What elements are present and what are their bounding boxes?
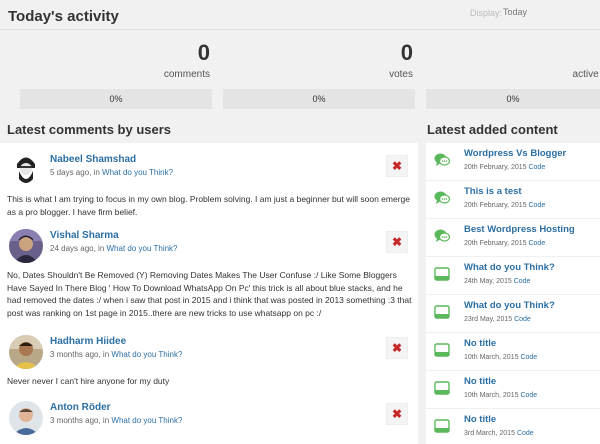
comment-time: 3 months ago — [50, 350, 99, 359]
comment-time: 5 days ago — [50, 168, 90, 177]
content-item: No title 10th March, 2015 Code — [426, 371, 600, 409]
delete-button[interactable]: ✖ — [386, 403, 408, 425]
content-date: 20th February, 2015 Code — [464, 240, 545, 247]
content-title-link[interactable]: No title — [464, 338, 496, 349]
content-date: 10th March, 2015 Code — [464, 392, 537, 399]
discussion-icon — [434, 153, 450, 166]
content-heading: Latest added content — [427, 122, 558, 137]
date-text: 24th May, 2015 — [464, 278, 512, 285]
comment-author[interactable]: Vishal Sharma — [50, 230, 119, 241]
stat-label: votes — [389, 69, 413, 80]
comment-text: No, Dates Shouldn't Be Removed (Y) Remov… — [7, 270, 412, 318]
content-date: 20th February, 2015 Code — [464, 202, 545, 209]
progress-bar: 0% — [426, 89, 600, 109]
meta-separator: , in — [93, 244, 105, 253]
content-type-link[interactable]: Code — [528, 164, 545, 171]
stat-active-users: active us 0% — [426, 40, 600, 110]
content-item: What do you Think? 23rd May, 2015 Code — [426, 295, 600, 333]
content-type-link[interactable]: Code — [528, 202, 545, 209]
comment-author[interactable]: Anton Röder — [50, 402, 111, 413]
comment-meta: 24 days ago, in What do you Think? — [50, 244, 178, 253]
discussion-icon — [434, 229, 450, 242]
display-label: Display: — [470, 8, 503, 18]
comment-target-link[interactable]: What do you Think? — [102, 168, 173, 177]
content-date: 10th March, 2015 Code — [464, 354, 537, 361]
comment-target-link[interactable]: What do you Think? — [111, 416, 182, 425]
comment-author[interactable]: Hadharm Hiidee — [50, 336, 126, 347]
content-item: No title 3rd March, 2015 Code — [426, 409, 600, 444]
content-type-link[interactable]: Code — [520, 392, 537, 399]
page-icon — [434, 267, 450, 281]
display-select[interactable]: Today — [503, 7, 527, 17]
content-title-link[interactable]: What do you Think? — [464, 300, 555, 311]
content-date: 20th February, 2015 Code — [464, 164, 545, 171]
comments-heading: Latest comments by users — [7, 122, 172, 137]
delete-button[interactable]: ✖ — [386, 337, 408, 359]
page-icon — [434, 343, 450, 357]
content-type-link[interactable]: Code — [514, 278, 531, 285]
date-text: 20th February, 2015 — [464, 202, 527, 209]
date-text: 20th February, 2015 — [464, 240, 527, 247]
meta-separator: , in — [98, 416, 110, 425]
avatar[interactable] — [9, 335, 43, 369]
divider — [0, 29, 600, 30]
progress-bar: 0% — [223, 89, 415, 109]
delete-button[interactable]: ✖ — [386, 231, 408, 253]
activity-panel: Today's activity Display: Today 0 commen… — [0, 0, 600, 112]
content-title-link[interactable]: This is a test — [464, 186, 522, 197]
content-title-link[interactable]: What do you Think? — [464, 262, 555, 273]
comment-target-link[interactable]: What do you Think? — [111, 350, 182, 359]
date-text: 10th March, 2015 — [464, 392, 519, 399]
content-title-link[interactable]: No title — [464, 376, 496, 387]
comment-meta: 3 months ago, in What do you Think? — [50, 350, 182, 359]
content-title-link[interactable]: No title — [464, 414, 496, 425]
stat-votes: 0 votes 0% — [223, 40, 415, 110]
content-date: 24th May, 2015 Code — [464, 278, 530, 285]
page-icon — [434, 381, 450, 395]
avatar[interactable] — [9, 229, 43, 263]
comment-time: 3 months ago — [50, 416, 99, 425]
comments-list: Nabeel Shamshad 5 days ago, in What do y… — [0, 143, 418, 444]
content-item: No title 10th March, 2015 Code — [426, 333, 600, 371]
delete-button[interactable]: ✖ — [386, 155, 408, 177]
meta-separator: , in — [98, 350, 110, 359]
progress-bar: 0% — [20, 89, 212, 109]
comment-target-link[interactable]: What do you Think? — [107, 244, 178, 253]
content-list: Wordpress Vs Blogger 20th February, 2015… — [426, 143, 600, 444]
date-text: 10th March, 2015 — [464, 354, 519, 361]
content-title-link[interactable]: Best Wordpress Hosting — [464, 224, 575, 235]
stat-label: active us — [572, 69, 600, 80]
content-item: Wordpress Vs Blogger 20th February, 2015… — [426, 143, 600, 181]
comment-author[interactable]: Nabeel Shamshad — [50, 154, 136, 165]
content-title-link[interactable]: Wordpress Vs Blogger — [464, 148, 566, 159]
content-type-link[interactable]: Code — [517, 430, 534, 437]
page-title: Today's activity — [8, 8, 119, 25]
content-type-link[interactable]: Code — [514, 316, 531, 323]
stat-label: comments — [163, 69, 210, 80]
comment-time: 24 days ago — [50, 244, 94, 253]
avatar[interactable] — [9, 153, 43, 187]
stat-comments: 0 comments 0% — [20, 40, 212, 110]
comment-meta: 5 days ago, in What do you Think? — [50, 168, 173, 177]
discussion-icon — [434, 191, 450, 204]
avatar[interactable] — [9, 401, 43, 435]
meta-separator: , in — [89, 168, 100, 177]
content-type-link[interactable]: Code — [528, 240, 545, 247]
content-item: Best Wordpress Hosting 20th February, 20… — [426, 219, 600, 257]
page-icon — [434, 305, 450, 319]
page-icon — [434, 419, 450, 433]
stat-value: 0 — [400, 40, 413, 65]
date-text: 23rd May, 2015 — [464, 316, 513, 323]
comment-meta: 3 months ago, in What do you Think? — [50, 416, 182, 425]
stat-value: 0 — [197, 40, 210, 65]
content-item: This is a test 20th February, 2015 Code — [426, 181, 600, 219]
content-date: 23rd May, 2015 Code — [464, 316, 531, 323]
date-text: 20th February, 2015 — [464, 164, 527, 171]
content-date: 3rd March, 2015 Code — [464, 430, 534, 437]
date-text: 3rd March, 2015 — [464, 430, 515, 437]
content-type-link[interactable]: Code — [520, 354, 537, 361]
comment-text: Never never I can't hire anyone for my d… — [7, 376, 170, 386]
content-item: What do you Think? 24th May, 2015 Code — [426, 257, 600, 295]
comment-text: This is what I am trying to focus in my … — [7, 194, 410, 217]
